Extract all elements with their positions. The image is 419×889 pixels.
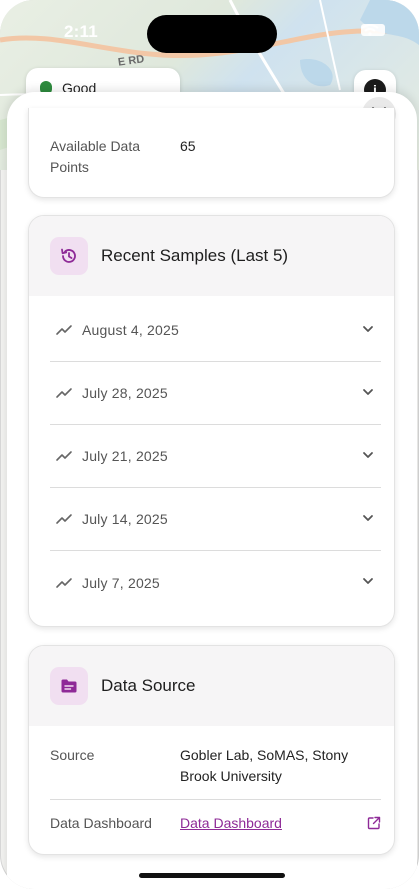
sample-date: July 21, 2025 (82, 448, 168, 464)
folder-icon (50, 667, 88, 705)
sample-row[interactable]: July 7, 2025 (50, 551, 381, 614)
external-link-icon[interactable] (367, 816, 381, 830)
trending-icon (56, 514, 72, 524)
chevron-down-icon[interactable] (361, 448, 375, 462)
sample-row[interactable]: August 4, 2025 (50, 299, 381, 362)
chevron-down-icon[interactable] (361, 322, 375, 336)
recent-samples-card: Recent Samples (Last 5) August 4, 2025 J… (28, 215, 395, 627)
history-icon (50, 237, 88, 275)
battery-icon (361, 24, 385, 36)
available-data-value: 65 (180, 138, 196, 154)
source-label: Source (50, 747, 95, 763)
phone-screen: 2:11 E RD Good i Available Data Points 6… (0, 0, 419, 889)
chevron-down-icon[interactable] (361, 385, 375, 399)
dashboard-link[interactable]: Data Dashboard (180, 815, 282, 831)
sample-row[interactable]: July 14, 2025 (50, 488, 381, 551)
trending-icon (56, 577, 72, 588)
recent-samples-header: Recent Samples (Last 5) (29, 216, 394, 296)
source-value: Gobler Lab, SoMAS, Stony Brook Universit… (180, 747, 349, 784)
home-indicator[interactable] (139, 873, 285, 878)
trending-icon (56, 388, 72, 398)
sample-date: July 28, 2025 (82, 385, 168, 401)
samples-list: August 4, 2025 July 28, 2025 July 21, 20… (29, 296, 394, 614)
dynamic-island (147, 15, 277, 53)
source-row: Source Gobler Lab, SoMAS, Stony Brook Un… (50, 726, 381, 800)
dashboard-row: Data Dashboard Data Dashboard (50, 800, 381, 850)
chevron-down-icon[interactable] (361, 574, 375, 588)
dashboard-label: Data Dashboard (50, 815, 152, 831)
trending-icon (56, 451, 72, 461)
data-source-header: Data Source (29, 646, 394, 726)
recent-samples-title: Recent Samples (Last 5) (101, 246, 289, 265)
trending-icon (56, 325, 72, 335)
data-source-title: Data Source (101, 676, 196, 695)
summary-card: Available Data Points 65 (28, 108, 395, 198)
sample-date: August 4, 2025 (82, 322, 179, 338)
sample-row[interactable]: July 28, 2025 (50, 362, 381, 425)
status-icons (361, 24, 385, 36)
sample-row[interactable]: July 21, 2025 (50, 425, 381, 488)
status-time: 2:11 (64, 22, 98, 41)
data-source-card: Data Source Source Gobler Lab, SoMAS, St… (28, 645, 395, 855)
chevron-down-icon[interactable] (361, 511, 375, 525)
available-data-label: Available Data Points (50, 138, 141, 175)
sample-date: July 14, 2025 (82, 511, 168, 527)
sample-date: July 7, 2025 (82, 574, 160, 591)
station-detail-sheet: Available Data Points 65 Recent Samples … (7, 92, 417, 889)
